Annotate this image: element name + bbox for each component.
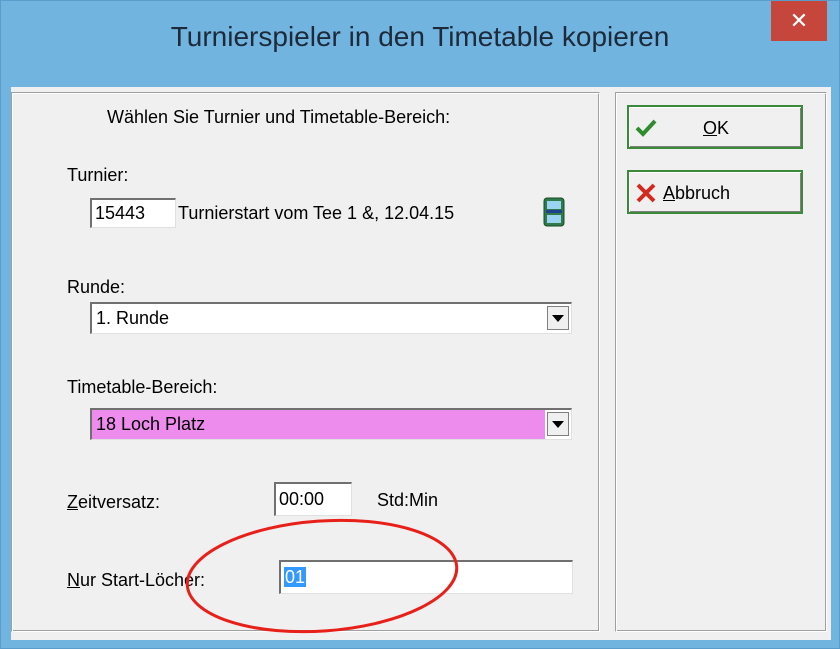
red-annotation-ellipse [185, 518, 459, 634]
